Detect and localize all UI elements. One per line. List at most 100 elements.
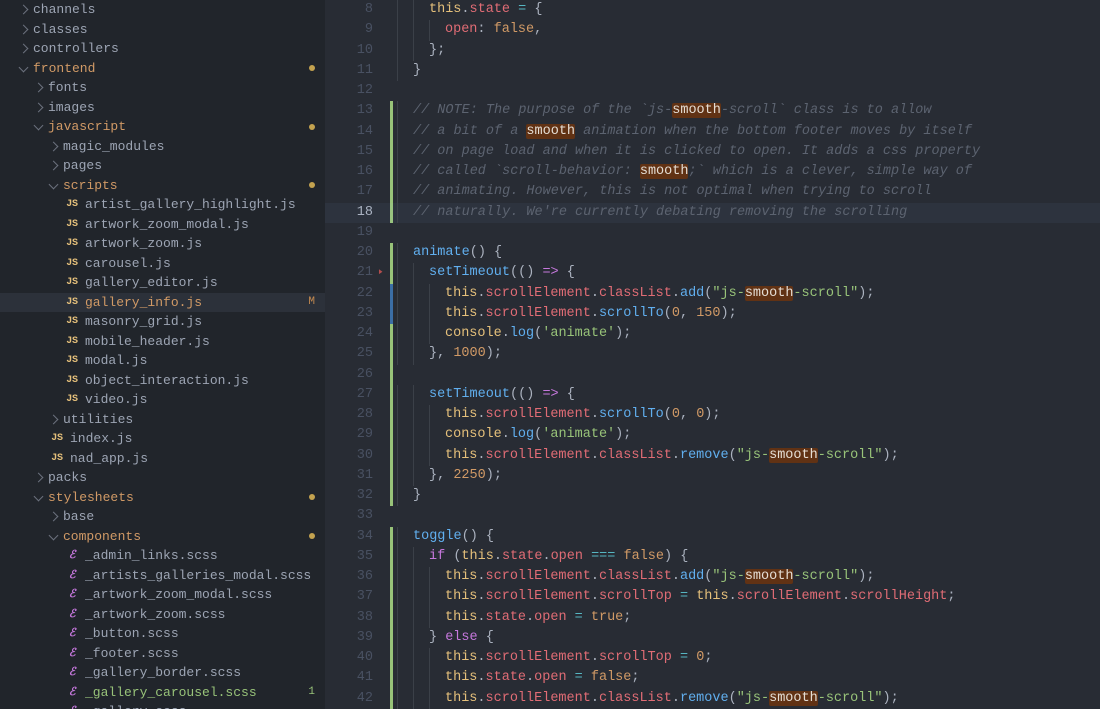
chevron-down-icon[interactable] xyxy=(34,121,44,131)
scss-file-icon: ℰ xyxy=(65,605,79,625)
code-line[interactable]: console.log('animate'); xyxy=(397,425,1100,445)
file-row[interactable]: JSobject_interaction.js xyxy=(0,371,325,391)
file-row[interactable]: ℰ_artwork_zoom.scss xyxy=(0,605,325,625)
file-row[interactable]: JSgallery_editor.js xyxy=(0,273,325,293)
chevron-down-icon[interactable] xyxy=(34,491,44,501)
folder-row[interactable]: fonts xyxy=(0,78,325,98)
code-line[interactable]: setTimeout(() => { xyxy=(397,263,1100,283)
code-line[interactable]: open: false, xyxy=(397,20,1100,40)
code-line[interactable]: this.state = { xyxy=(397,0,1100,20)
file-row[interactable]: ℰ_footer.scss xyxy=(0,644,325,664)
code-line[interactable]: // on page load and when it is clicked t… xyxy=(397,142,1100,162)
code-line[interactable]: } xyxy=(397,61,1100,81)
folder-row[interactable]: base xyxy=(0,507,325,527)
code-line[interactable]: // animating. However, this is not optim… xyxy=(397,182,1100,202)
file-row[interactable]: JScarousel.js xyxy=(0,254,325,274)
code-editor[interactable]: 8910111213141516171819202122232425262728… xyxy=(325,0,1100,709)
code-line[interactable]: this.state.open = false; xyxy=(397,668,1100,688)
code-line[interactable]: console.log('animate'); xyxy=(397,324,1100,344)
file-row[interactable]: JSvideo.js xyxy=(0,390,325,410)
code-line[interactable] xyxy=(397,81,1100,101)
folder-row[interactable]: images xyxy=(0,98,325,118)
code-line[interactable]: this.scrollElement.scrollTop = this.scro… xyxy=(397,587,1100,607)
code-line[interactable]: this.scrollElement.classList.add("js-smo… xyxy=(397,284,1100,304)
file-tree[interactable]: channelsclassescontrollersfrontendfontsi… xyxy=(0,0,325,709)
chevron-down-icon[interactable] xyxy=(19,62,29,72)
code-line[interactable]: animate() { xyxy=(397,243,1100,263)
chevron-right-icon[interactable] xyxy=(34,473,44,483)
code-line[interactable]: }, 1000); xyxy=(397,344,1100,364)
file-row[interactable]: ℰ_artwork_zoom_modal.scss xyxy=(0,585,325,605)
folder-row[interactable]: magic_modules xyxy=(0,137,325,157)
file-row[interactable]: JSartwork_zoom_modal.js xyxy=(0,215,325,235)
code-line[interactable]: }, 2250); xyxy=(397,466,1100,486)
code-line[interactable]: // called `scroll-behavior: smooth;` whi… xyxy=(397,162,1100,182)
code-line[interactable]: this.state.open = true; xyxy=(397,608,1100,628)
code-line[interactable]: } xyxy=(397,486,1100,506)
file-row[interactable]: JSnad_app.js xyxy=(0,449,325,469)
code-line[interactable] xyxy=(397,506,1100,526)
file-row[interactable]: ℰ_admin_links.scss xyxy=(0,546,325,566)
chevron-right-icon[interactable] xyxy=(49,414,59,424)
code-line[interactable]: setTimeout(() => { xyxy=(397,385,1100,405)
file-row[interactable]: JSartist_gallery_highlight.js xyxy=(0,195,325,215)
chevron-down-icon[interactable] xyxy=(49,530,59,540)
code-line[interactable]: if (this.state.open === false) { xyxy=(397,547,1100,567)
file-row[interactable]: JSartwork_zoom.js xyxy=(0,234,325,254)
code-line[interactable]: this.scrollElement.classList.add("js-smo… xyxy=(397,567,1100,587)
code-line[interactable]: // a bit of a smooth animation when the … xyxy=(397,122,1100,142)
folder-row[interactable]: javascript xyxy=(0,117,325,137)
folder-row[interactable]: channels xyxy=(0,0,325,20)
chevron-right-icon[interactable] xyxy=(19,5,29,15)
folder-row[interactable]: controllers xyxy=(0,39,325,59)
chevron-right-icon[interactable] xyxy=(34,102,44,112)
chevron-right-icon[interactable] xyxy=(49,141,59,151)
file-row[interactable]: JSmodal.js xyxy=(0,351,325,371)
folder-row[interactable]: utilities xyxy=(0,410,325,430)
chevron-right-icon[interactable] xyxy=(19,24,29,34)
folder-row[interactable]: packs xyxy=(0,468,325,488)
code-line[interactable]: this.scrollElement.scrollTo(0, 150); xyxy=(397,304,1100,324)
code-line[interactable]: // naturally. We're currently debating r… xyxy=(325,203,1100,223)
file-row[interactable]: ℰ_gallery_border.scss xyxy=(0,663,325,683)
folder-row[interactable]: scripts xyxy=(0,176,325,196)
file-row[interactable]: JSmobile_header.js xyxy=(0,332,325,352)
fold-caret-icon[interactable]: ▸ xyxy=(378,258,383,286)
code-line[interactable]: this.scrollElement.classList.remove("js-… xyxy=(397,689,1100,709)
code-line[interactable]: }; xyxy=(397,41,1100,61)
code-line[interactable]: this.scrollElement.scrollTo(0, 0); xyxy=(397,405,1100,425)
code-line[interactable]: // NOTE: The purpose of the `js-smooth-s… xyxy=(397,101,1100,121)
file-row[interactable]: JSgallery_info.jsM xyxy=(0,293,325,313)
js-file-icon: JS xyxy=(65,293,79,313)
tree-item-label: mobile_header.js xyxy=(85,332,315,352)
folder-row[interactable]: pages xyxy=(0,156,325,176)
file-row[interactable]: JSindex.js xyxy=(0,429,325,449)
code-line[interactable]: toggle() { xyxy=(397,527,1100,547)
chevron-right-icon[interactable] xyxy=(19,44,29,54)
code-line[interactable]: this.scrollElement.classList.remove("js-… xyxy=(397,446,1100,466)
folder-row[interactable]: classes xyxy=(0,20,325,40)
code-line[interactable]: } else { xyxy=(397,628,1100,648)
chevron-right-icon[interactable] xyxy=(49,512,59,522)
code-line[interactable]: this.scrollElement.scrollTop = 0; xyxy=(397,648,1100,668)
chevron-down-icon[interactable] xyxy=(49,179,59,189)
line-number: 12 xyxy=(325,81,387,101)
folder-row[interactable]: components xyxy=(0,527,325,547)
line-number: 25 xyxy=(325,344,387,364)
line-number: 10 xyxy=(325,41,387,61)
line-number: 29 xyxy=(325,425,387,445)
folder-row[interactable]: frontend xyxy=(0,59,325,79)
file-row[interactable]: ℰ_button.scss xyxy=(0,624,325,644)
code-line[interactable] xyxy=(397,223,1100,243)
js-file-icon: JS xyxy=(50,429,64,449)
chevron-right-icon[interactable] xyxy=(49,161,59,171)
file-row[interactable]: ℰ_gallery.scss xyxy=(0,702,325,709)
code-line[interactable] xyxy=(397,365,1100,385)
file-row[interactable]: ℰ_artists_galleries_modal.scss xyxy=(0,566,325,586)
tree-item-label: classes xyxy=(33,20,315,40)
file-row[interactable]: ℰ_gallery_carousel.scss1 xyxy=(0,683,325,703)
file-row[interactable]: JSmasonry_grid.js xyxy=(0,312,325,332)
chevron-right-icon[interactable] xyxy=(34,83,44,93)
code-area[interactable]: this.state = {open: false,};} // NOTE: Th… xyxy=(397,0,1100,709)
folder-row[interactable]: stylesheets xyxy=(0,488,325,508)
